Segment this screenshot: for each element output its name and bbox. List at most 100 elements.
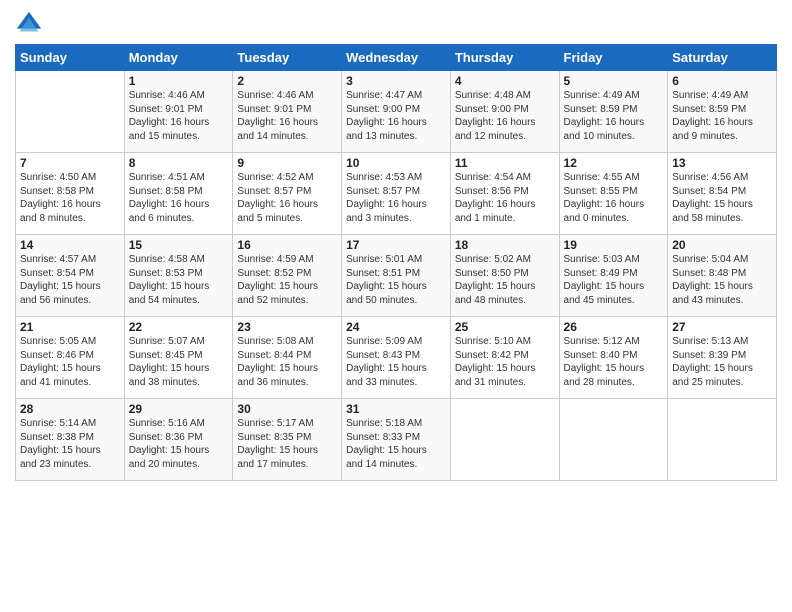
calendar-cell: 24Sunrise: 5:09 AM Sunset: 8:43 PM Dayli… xyxy=(342,317,451,399)
logo xyxy=(15,10,47,38)
calendar-cell: 7Sunrise: 4:50 AM Sunset: 8:58 PM Daylig… xyxy=(16,153,125,235)
col-header-thursday: Thursday xyxy=(450,45,559,71)
day-number: 24 xyxy=(346,320,446,334)
week-row-1: 1Sunrise: 4:46 AM Sunset: 9:01 PM Daylig… xyxy=(16,71,777,153)
day-number: 14 xyxy=(20,238,120,252)
cell-content: Sunrise: 5:04 AM Sunset: 8:48 PM Dayligh… xyxy=(672,253,772,307)
calendar-cell: 5Sunrise: 4:49 AM Sunset: 8:59 PM Daylig… xyxy=(559,71,668,153)
cell-content: Sunrise: 4:59 AM Sunset: 8:52 PM Dayligh… xyxy=(237,253,337,307)
cell-content: Sunrise: 5:02 AM Sunset: 8:50 PM Dayligh… xyxy=(455,253,555,307)
day-number: 31 xyxy=(346,402,446,416)
day-number: 13 xyxy=(672,156,772,170)
calendar-cell: 16Sunrise: 4:59 AM Sunset: 8:52 PM Dayli… xyxy=(233,235,342,317)
cell-content: Sunrise: 4:57 AM Sunset: 8:54 PM Dayligh… xyxy=(20,253,120,307)
cell-content: Sunrise: 4:46 AM Sunset: 9:01 PM Dayligh… xyxy=(237,89,337,143)
col-header-saturday: Saturday xyxy=(668,45,777,71)
day-number: 30 xyxy=(237,402,337,416)
day-number: 12 xyxy=(564,156,664,170)
calendar-cell: 21Sunrise: 5:05 AM Sunset: 8:46 PM Dayli… xyxy=(16,317,125,399)
day-number: 20 xyxy=(672,238,772,252)
day-number: 29 xyxy=(129,402,229,416)
cell-content: Sunrise: 5:07 AM Sunset: 8:45 PM Dayligh… xyxy=(129,335,229,389)
week-row-5: 28Sunrise: 5:14 AM Sunset: 8:38 PM Dayli… xyxy=(16,399,777,481)
cell-content: Sunrise: 5:16 AM Sunset: 8:36 PM Dayligh… xyxy=(129,417,229,471)
col-header-friday: Friday xyxy=(559,45,668,71)
cell-content: Sunrise: 5:18 AM Sunset: 8:33 PM Dayligh… xyxy=(346,417,446,471)
cell-content: Sunrise: 4:52 AM Sunset: 8:57 PM Dayligh… xyxy=(237,171,337,225)
day-number: 17 xyxy=(346,238,446,252)
calendar-cell xyxy=(668,399,777,481)
cell-content: Sunrise: 4:46 AM Sunset: 9:01 PM Dayligh… xyxy=(129,89,229,143)
calendar-cell: 28Sunrise: 5:14 AM Sunset: 8:38 PM Dayli… xyxy=(16,399,125,481)
calendar-cell: 22Sunrise: 5:07 AM Sunset: 8:45 PM Dayli… xyxy=(124,317,233,399)
day-number: 18 xyxy=(455,238,555,252)
calendar-cell: 20Sunrise: 5:04 AM Sunset: 8:48 PM Dayli… xyxy=(668,235,777,317)
calendar-cell xyxy=(450,399,559,481)
day-number: 19 xyxy=(564,238,664,252)
calendar-cell: 29Sunrise: 5:16 AM Sunset: 8:36 PM Dayli… xyxy=(124,399,233,481)
calendar-table: SundayMondayTuesdayWednesdayThursdayFrid… xyxy=(15,44,777,481)
day-number: 28 xyxy=(20,402,120,416)
cell-content: Sunrise: 5:10 AM Sunset: 8:42 PM Dayligh… xyxy=(455,335,555,389)
col-header-tuesday: Tuesday xyxy=(233,45,342,71)
calendar-cell: 17Sunrise: 5:01 AM Sunset: 8:51 PM Dayli… xyxy=(342,235,451,317)
calendar-cell: 30Sunrise: 5:17 AM Sunset: 8:35 PM Dayli… xyxy=(233,399,342,481)
day-number: 1 xyxy=(129,74,229,88)
calendar-cell: 2Sunrise: 4:46 AM Sunset: 9:01 PM Daylig… xyxy=(233,71,342,153)
day-number: 5 xyxy=(564,74,664,88)
calendar-cell: 3Sunrise: 4:47 AM Sunset: 9:00 PM Daylig… xyxy=(342,71,451,153)
calendar-cell: 6Sunrise: 4:49 AM Sunset: 8:59 PM Daylig… xyxy=(668,71,777,153)
cell-content: Sunrise: 5:12 AM Sunset: 8:40 PM Dayligh… xyxy=(564,335,664,389)
header xyxy=(15,10,777,38)
header-row: SundayMondayTuesdayWednesdayThursdayFrid… xyxy=(16,45,777,71)
calendar-cell: 18Sunrise: 5:02 AM Sunset: 8:50 PM Dayli… xyxy=(450,235,559,317)
cell-content: Sunrise: 4:53 AM Sunset: 8:57 PM Dayligh… xyxy=(346,171,446,225)
cell-content: Sunrise: 4:55 AM Sunset: 8:55 PM Dayligh… xyxy=(564,171,664,225)
calendar-cell: 11Sunrise: 4:54 AM Sunset: 8:56 PM Dayli… xyxy=(450,153,559,235)
calendar-cell xyxy=(16,71,125,153)
cell-content: Sunrise: 5:17 AM Sunset: 8:35 PM Dayligh… xyxy=(237,417,337,471)
day-number: 21 xyxy=(20,320,120,334)
week-row-3: 14Sunrise: 4:57 AM Sunset: 8:54 PM Dayli… xyxy=(16,235,777,317)
cell-content: Sunrise: 5:01 AM Sunset: 8:51 PM Dayligh… xyxy=(346,253,446,307)
cell-content: Sunrise: 5:08 AM Sunset: 8:44 PM Dayligh… xyxy=(237,335,337,389)
day-number: 15 xyxy=(129,238,229,252)
cell-content: Sunrise: 5:03 AM Sunset: 8:49 PM Dayligh… xyxy=(564,253,664,307)
calendar-cell: 9Sunrise: 4:52 AM Sunset: 8:57 PM Daylig… xyxy=(233,153,342,235)
day-number: 27 xyxy=(672,320,772,334)
calendar-cell: 19Sunrise: 5:03 AM Sunset: 8:49 PM Dayli… xyxy=(559,235,668,317)
cell-content: Sunrise: 4:56 AM Sunset: 8:54 PM Dayligh… xyxy=(672,171,772,225)
cell-content: Sunrise: 4:47 AM Sunset: 9:00 PM Dayligh… xyxy=(346,89,446,143)
day-number: 11 xyxy=(455,156,555,170)
cell-content: Sunrise: 5:13 AM Sunset: 8:39 PM Dayligh… xyxy=(672,335,772,389)
calendar-cell xyxy=(559,399,668,481)
day-number: 9 xyxy=(237,156,337,170)
calendar-cell: 25Sunrise: 5:10 AM Sunset: 8:42 PM Dayli… xyxy=(450,317,559,399)
day-number: 22 xyxy=(129,320,229,334)
calendar-cell: 10Sunrise: 4:53 AM Sunset: 8:57 PM Dayli… xyxy=(342,153,451,235)
day-number: 4 xyxy=(455,74,555,88)
cell-content: Sunrise: 4:49 AM Sunset: 8:59 PM Dayligh… xyxy=(564,89,664,143)
cell-content: Sunrise: 4:49 AM Sunset: 8:59 PM Dayligh… xyxy=(672,89,772,143)
day-number: 2 xyxy=(237,74,337,88)
cell-content: Sunrise: 5:05 AM Sunset: 8:46 PM Dayligh… xyxy=(20,335,120,389)
page: SundayMondayTuesdayWednesdayThursdayFrid… xyxy=(0,0,792,612)
day-number: 6 xyxy=(672,74,772,88)
day-number: 10 xyxy=(346,156,446,170)
calendar-cell: 27Sunrise: 5:13 AM Sunset: 8:39 PM Dayli… xyxy=(668,317,777,399)
day-number: 23 xyxy=(237,320,337,334)
week-row-2: 7Sunrise: 4:50 AM Sunset: 8:58 PM Daylig… xyxy=(16,153,777,235)
calendar-cell: 1Sunrise: 4:46 AM Sunset: 9:01 PM Daylig… xyxy=(124,71,233,153)
cell-content: Sunrise: 4:51 AM Sunset: 8:58 PM Dayligh… xyxy=(129,171,229,225)
col-header-sunday: Sunday xyxy=(16,45,125,71)
cell-content: Sunrise: 4:48 AM Sunset: 9:00 PM Dayligh… xyxy=(455,89,555,143)
cell-content: Sunrise: 4:50 AM Sunset: 8:58 PM Dayligh… xyxy=(20,171,120,225)
calendar-cell: 8Sunrise: 4:51 AM Sunset: 8:58 PM Daylig… xyxy=(124,153,233,235)
calendar-cell: 4Sunrise: 4:48 AM Sunset: 9:00 PM Daylig… xyxy=(450,71,559,153)
cell-content: Sunrise: 5:09 AM Sunset: 8:43 PM Dayligh… xyxy=(346,335,446,389)
calendar-cell: 31Sunrise: 5:18 AM Sunset: 8:33 PM Dayli… xyxy=(342,399,451,481)
cell-content: Sunrise: 4:54 AM Sunset: 8:56 PM Dayligh… xyxy=(455,171,555,225)
calendar-cell: 15Sunrise: 4:58 AM Sunset: 8:53 PM Dayli… xyxy=(124,235,233,317)
col-header-wednesday: Wednesday xyxy=(342,45,451,71)
calendar-cell: 13Sunrise: 4:56 AM Sunset: 8:54 PM Dayli… xyxy=(668,153,777,235)
